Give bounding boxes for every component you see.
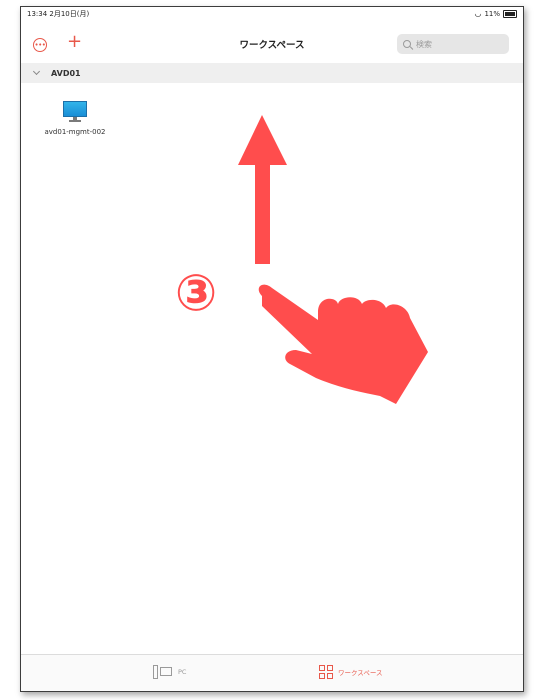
status-indicators: ◡ 11%	[474, 7, 517, 21]
navigation-bar: ••• + ワークスペース 検索	[21, 29, 523, 59]
workspace-item-label: avd01-mgmt-002	[44, 128, 106, 136]
status-time: 13:34 2月10日(月)	[27, 10, 90, 18]
battery-percent: 11%	[484, 10, 500, 18]
search-input[interactable]: 検索	[397, 34, 509, 54]
search-placeholder: 検索	[416, 39, 432, 49]
wifi-icon: ◡	[474, 9, 482, 18]
chevron-down-icon	[32, 67, 41, 76]
tab-pc[interactable]: PC	[153, 665, 186, 679]
tab-pc-label: PC	[178, 668, 187, 676]
search-icon	[403, 40, 411, 48]
workspace-item[interactable]: avd01-mgmt-002	[35, 101, 115, 136]
tab-workspace-label: ワークスペース	[338, 669, 383, 677]
tab-bar: PC ワークスペース	[21, 654, 523, 691]
status-bar: 13:34 2月10日(月) ◡ 11%	[21, 7, 523, 21]
pc-icon	[153, 665, 173, 679]
tab-workspace[interactable]: ワークスペース	[319, 665, 383, 679]
battery-icon	[503, 10, 517, 18]
workspace-group-header[interactable]: AVD01	[21, 63, 523, 83]
workspace-grid-icon	[319, 665, 333, 679]
ipad-screen: 13:34 2月10日(月) ◡ 11% ••• + ワークスペース 検索 AV…	[20, 6, 524, 692]
workspace-group-title: AVD01	[51, 68, 81, 78]
desktop-monitor-icon	[63, 101, 87, 123]
